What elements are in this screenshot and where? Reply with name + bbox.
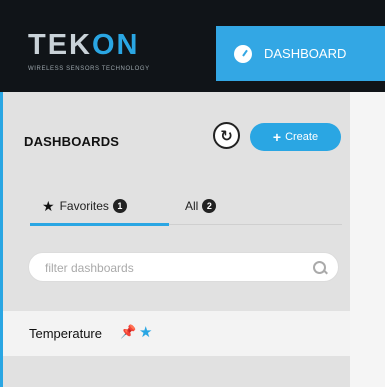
dashboard-name: Temperature <box>29 326 102 341</box>
star-icon: ★ <box>42 197 55 214</box>
search-icon[interactable] <box>313 261 326 274</box>
refresh-icon: ↻ <box>220 127 233 145</box>
dashboard-tabs: ★ Favorites 1 All 2 <box>27 192 342 226</box>
create-button[interactable]: + Create <box>250 123 341 151</box>
dashboard-nav-button[interactable]: DASHBOARD <box>216 26 385 81</box>
filter-box <box>28 252 339 282</box>
brand-tagline: WIRELESS SENSORS TECHNOLOGY <box>28 66 150 72</box>
all-count-badge: 2 <box>202 199 217 213</box>
list-item[interactable]: Temperature 📌 ★ <box>3 311 353 356</box>
tab-favorites-label: Favorites <box>59 199 109 213</box>
top-bar: TEKON WIRELESS SENSORS TECHNOLOGY DASHBO… <box>0 0 385 92</box>
main-content-area <box>350 92 385 387</box>
dashboards-sidebar: DASHBOARDS ↻ + Create ★ Favorites 1 All … <box>0 92 353 387</box>
tab-favorites[interactable]: ★ Favorites 1 <box>42 192 127 220</box>
favorite-star-icon[interactable]: ★ <box>139 323 152 341</box>
dashboard-nav-label: DASHBOARD <box>264 46 347 61</box>
active-tab-indicator <box>30 223 169 226</box>
plus-icon: + <box>272 129 282 145</box>
brand-wordmark: TEKON <box>28 29 140 61</box>
gauge-icon <box>234 44 252 63</box>
refresh-button[interactable]: ↻ <box>213 122 240 149</box>
sidebar-title: DASHBOARDS <box>24 134 120 149</box>
pin-icon[interactable]: 📌 <box>120 324 136 340</box>
create-label: Create <box>285 131 319 143</box>
tab-all-label: All <box>185 199 199 213</box>
brand-logo[interactable]: TEKON WIRELESS SENSORS TECHNOLOGY <box>28 30 178 80</box>
filter-dashboards-input[interactable] <box>43 258 307 278</box>
favorites-count-badge: 1 <box>112 199 127 213</box>
tab-all[interactable]: All 2 <box>185 192 217 220</box>
